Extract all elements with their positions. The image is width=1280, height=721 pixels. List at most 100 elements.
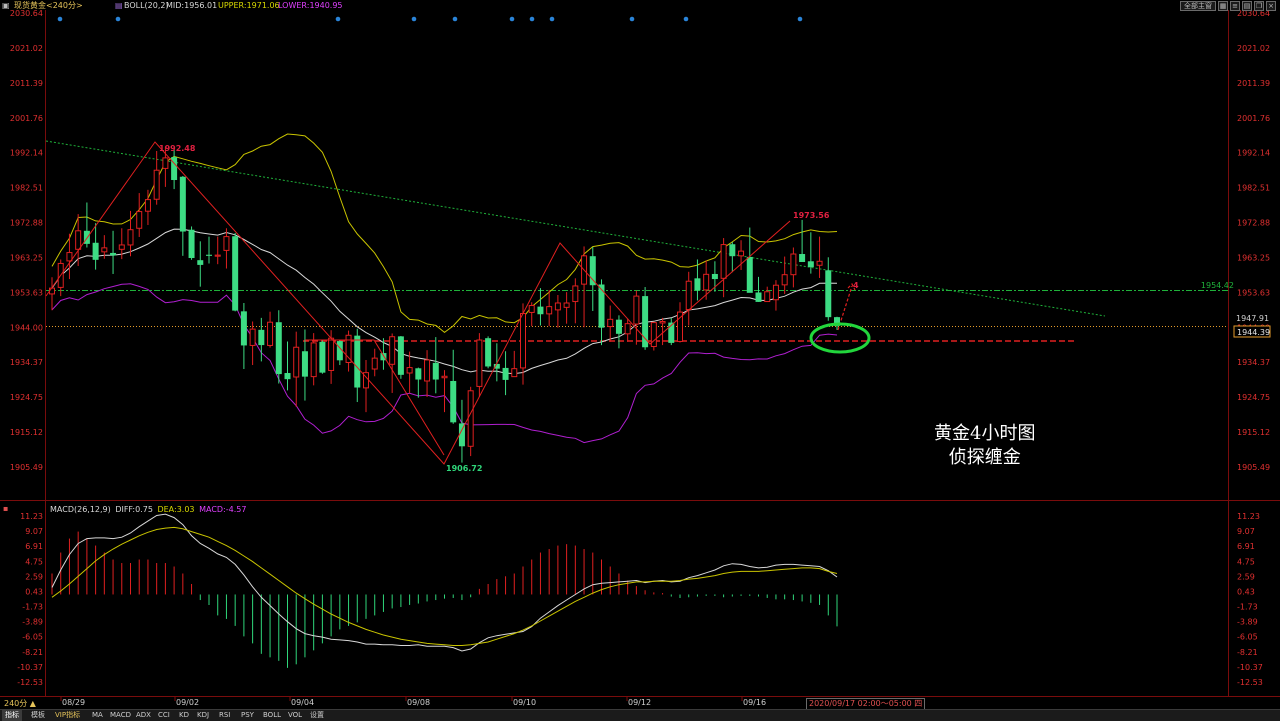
macd-tick-label: 9.07 <box>25 527 43 536</box>
lines-icon[interactable]: ≡ <box>1230 1 1240 11</box>
price-tick-label: 2011.39 <box>10 79 43 88</box>
close-icon[interactable]: × <box>1266 1 1276 11</box>
candle-body <box>118 244 125 250</box>
event-dot <box>335 16 341 22</box>
tab-kdj[interactable]: KDJ <box>197 710 209 721</box>
boll-label: BOLL(20,2) <box>124 1 169 10</box>
candle-body <box>485 338 492 367</box>
tab-cci[interactable]: CCI <box>158 710 170 721</box>
macd-dea-line <box>51 526 838 646</box>
price-tick-label: 1963.25 <box>1237 253 1270 262</box>
macd-name: MACD(26,12,9) <box>50 505 111 514</box>
tab-templates[interactable]: 模板 <box>31 710 45 721</box>
arrow-count-label: 4 <box>853 281 859 290</box>
tile-icon[interactable]: ▤ <box>1242 1 1252 11</box>
macd-tick-label: -6.05 <box>22 633 43 642</box>
candle-body <box>179 176 186 232</box>
tab-boll[interactable]: BOLL <box>263 710 281 721</box>
macd-series <box>51 513 838 668</box>
indicator-tab-bar: 指标 模板 VIP指标 MA MACD ADX CCI KD KDJ RSI P… <box>0 709 1280 721</box>
tab-adx[interactable]: ADX <box>136 710 151 721</box>
macd-tick-label: 11.23 <box>20 512 43 521</box>
tab-kd[interactable]: KD <box>179 710 189 721</box>
price-tick-label: 1934.37 <box>1237 358 1270 367</box>
boll-upper: UPPER:1971.06 <box>218 1 280 10</box>
tab-indicators[interactable]: 指标 <box>2 710 22 721</box>
candle-body <box>563 302 570 308</box>
tab-vol[interactable]: VOL <box>288 710 302 721</box>
annotation-line-2: 侦探缠金 <box>948 447 1021 468</box>
candle-body <box>328 337 335 371</box>
candle-body <box>127 229 134 246</box>
candle-body <box>520 313 526 369</box>
price-tick-label: 1924.75 <box>10 393 43 402</box>
layout-dropdown[interactable]: 全部主窗 <box>1180 1 1216 11</box>
event-dot <box>57 16 63 22</box>
price-tick-label: 1905.49 <box>10 463 43 472</box>
price-tick-label: 1963.25 <box>10 253 43 262</box>
macd-tick-label: -1.73 <box>22 603 43 612</box>
tab-settings[interactable]: 设置 <box>310 710 324 721</box>
price-tick-label: 1905.49 <box>1237 463 1270 472</box>
macd-tick-label: -3.89 <box>1237 618 1258 627</box>
price-tick-label: 1982.51 <box>1237 184 1270 193</box>
event-dot <box>411 16 417 22</box>
candle-body <box>354 335 361 388</box>
svg-text:1944.39: 1944.39 <box>1237 328 1270 337</box>
tab-macd[interactable]: MACD <box>110 710 131 721</box>
candle-body <box>293 346 300 378</box>
price-tick-label: 1944.00 <box>10 323 43 332</box>
event-dot <box>549 16 555 22</box>
tab-ma[interactable]: MA <box>92 710 103 721</box>
candle-body <box>711 273 718 280</box>
candle-body <box>397 336 404 375</box>
candle-body <box>92 242 99 260</box>
candle-body <box>188 229 195 259</box>
event-dot <box>797 16 803 22</box>
indicator-icon[interactable]: ▤ <box>115 0 123 11</box>
time-tick-label: 09/10 <box>513 698 536 707</box>
candle-body <box>694 278 701 291</box>
candle-body <box>589 256 596 286</box>
candle-body <box>476 339 483 387</box>
candle-body <box>633 295 640 325</box>
tab-psy[interactable]: PSY <box>241 710 254 721</box>
boll-mid-line <box>51 228 838 375</box>
price-tick-label: 2011.39 <box>1237 79 1270 88</box>
price-tick-label: 1992.14 <box>10 149 43 158</box>
restore-icon[interactable]: ❐ <box>1254 1 1264 11</box>
macd-tick-label: 0.43 <box>25 587 43 596</box>
event-dot <box>629 16 635 22</box>
macd-tick-label: -3.89 <box>22 618 43 627</box>
candle-body <box>825 270 832 318</box>
candle-body <box>729 244 736 257</box>
event-dot <box>452 16 458 22</box>
macd-tick-label: 4.75 <box>1237 557 1255 566</box>
price-tick-label: 1953.63 <box>1237 288 1270 297</box>
window-icon[interactable]: ▣ <box>2 0 10 11</box>
price-tick-label: 1934.37 <box>10 358 43 367</box>
price-tick-label: 2001.76 <box>1237 114 1270 123</box>
recent-high-label: 1973.56 <box>793 211 830 220</box>
tab-vip-indicators[interactable]: VIP指标 <box>55 710 80 721</box>
tab-rsi[interactable]: RSI <box>219 710 230 721</box>
candle-body <box>624 323 631 335</box>
candle-body <box>345 334 352 363</box>
candle-body <box>816 260 823 266</box>
candle-body <box>450 380 457 423</box>
candle-body <box>214 254 221 257</box>
macd-settings-icon[interactable]: ▪ <box>3 504 8 513</box>
macd-diff: DIFF:0.75 <box>115 505 153 514</box>
grid-icon[interactable]: ▦ <box>1218 1 1228 11</box>
candle-body <box>642 296 649 348</box>
chart-canvas[interactable]: 2030.64 2030.642021.02 2021.022011.39 2011.… <box>0 0 1280 720</box>
candle-body <box>424 359 431 382</box>
candle-body <box>197 260 204 265</box>
candle-body <box>301 351 308 377</box>
price-tick-label: 1915.12 <box>10 428 43 437</box>
time-tick-label: 09/12 <box>628 698 651 707</box>
price-tick-label: 1924.75 <box>1237 393 1270 402</box>
candle-body <box>764 291 771 303</box>
candle-body <box>607 318 614 328</box>
period-selector[interactable]: 240分 ▲ <box>4 699 36 709</box>
